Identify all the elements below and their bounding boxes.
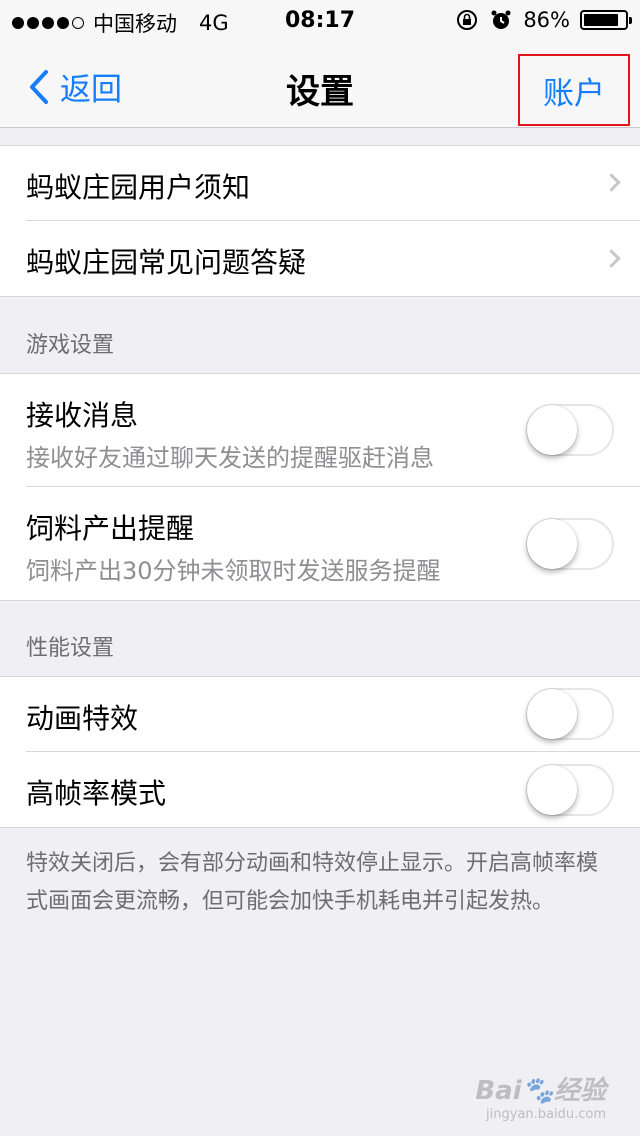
info-links-group: 蚂蚁庄园用户须知 蚂蚁庄园常见问题答疑 [0, 145, 640, 297]
setting-label: 动画特效 [26, 702, 139, 735]
chevron-right-icon [602, 173, 621, 192]
link-faq[interactable]: 蚂蚁庄园常见问题答疑 [26, 221, 640, 296]
link-label: 蚂蚁庄园用户须知 [26, 171, 251, 204]
link-user-notice[interactable]: 蚂蚁庄园用户须知 [26, 146, 640, 221]
setting-receive-messages: 接收消息 接收好友通过聊天发送的提醒驱赶消息 [26, 374, 640, 487]
setting-feed-reminder: 饲料产出提醒 饲料产出30分钟未领取时发送服务提醒 [26, 487, 640, 600]
performance-footer-note: 特效关闭后，会有部分动画和特效停止显示。开启高帧率模式画面会更流畅，但可能会加快… [26, 851, 599, 914]
feed-reminder-toggle[interactable] [526, 517, 614, 570]
toggle-knob [527, 518, 577, 569]
battery-fill [584, 14, 619, 26]
game-settings-group: 接收消息 接收好友通过聊天发送的提醒驱赶消息 饲料产出提醒 饲料产出30分钟未领… [0, 373, 640, 601]
account-button[interactable]: 账户 [518, 54, 630, 126]
chevron-right-icon [602, 248, 621, 268]
animation-effects-toggle[interactable] [526, 688, 614, 740]
setting-label: 接收消息 [26, 399, 139, 432]
account-label: 账户 [543, 75, 605, 112]
setting-description: 饲料产出30分钟未领取时发送服务提醒 [26, 557, 441, 585]
setting-animation-effects: 动画特效 [26, 677, 640, 752]
section-header-game: 游戏设置 [26, 333, 115, 358]
status-bar: 中国移动 4G 08:17 86% [0, 0, 640, 42]
alarm-icon [491, 10, 511, 29]
navigation-bar: 返回 设置 账户 [0, 42, 640, 128]
link-label: 蚂蚁庄园常见问题答疑 [26, 246, 307, 279]
toggle-knob [527, 764, 577, 815]
watermark-logo: Bai🐾经验 [475, 1076, 606, 1106]
high-frame-rate-toggle[interactable] [526, 763, 614, 816]
toggle-knob [527, 689, 577, 739]
rotation-lock-icon [457, 10, 478, 30]
status-right: 86% [455, 8, 632, 32]
setting-label: 饲料产出提醒 [26, 512, 195, 545]
receive-messages-toggle[interactable] [526, 404, 614, 456]
battery-icon [580, 10, 632, 30]
setting-label: 高帧率模式 [26, 777, 167, 810]
setting-description: 接收好友通过聊天发送的提醒驱赶消息 [26, 444, 434, 472]
performance-settings-group: 动画特效 高帧率模式 [0, 676, 640, 828]
watermark-url: jingyan.baidu.com [486, 1107, 606, 1122]
battery-percent: 86% [523, 8, 570, 32]
watermark: Bai🐾经验 jingyan.baidu.com [475, 1070, 606, 1122]
setting-high-frame-rate: 高帧率模式 [26, 752, 640, 827]
toggle-knob [527, 405, 577, 455]
section-header-performance: 性能设置 [26, 636, 115, 661]
